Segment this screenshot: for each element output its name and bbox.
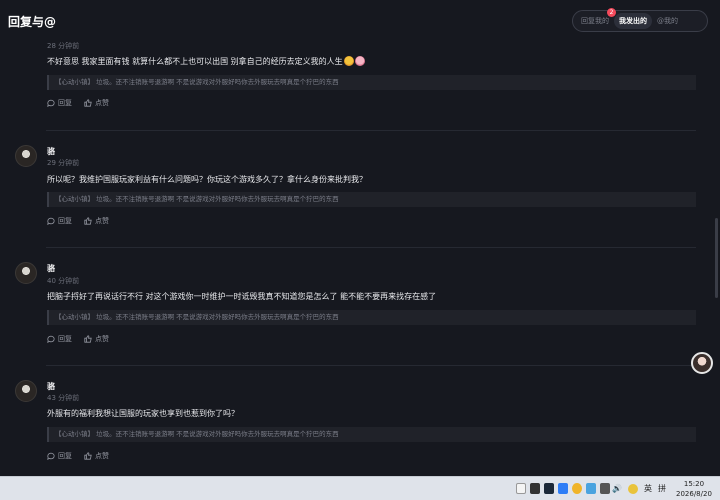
tray-app-icon[interactable]: [600, 483, 610, 494]
volume-icon[interactable]: 🔊: [612, 484, 622, 493]
floating-avatar-button[interactable]: [691, 352, 713, 374]
tray-app-icon[interactable]: [572, 483, 582, 494]
quoted-post[interactable]: 【心动小镇】 垃圾。还不注销账号退游啊 不是说游戏对外服好吗你去外服玩去啊真是个…: [47, 75, 696, 90]
reply-label: 回复: [58, 452, 72, 460]
reply-icon: [47, 452, 55, 460]
reply-button[interactable]: 回复: [47, 334, 72, 344]
reply-button[interactable]: 回复: [47, 98, 72, 108]
like-button[interactable]: 点赞: [84, 334, 109, 344]
like-label: 点赞: [95, 217, 109, 225]
tab-replies-to-me[interactable]: 回复我的 2: [576, 8, 616, 29]
comment-content: 把脑子捋好了再说话行不行 对这个游戏你一时维护一时诋毁我真不知道您是怎么了 能不…: [47, 292, 437, 301]
avatar[interactable]: [15, 380, 37, 402]
reply-label: 回复: [58, 335, 72, 343]
comment-actions: 回复 点赞: [47, 451, 109, 461]
tab-switcher: 回复我的 2 我发出的 @我的: [572, 8, 708, 32]
divider: [46, 247, 696, 248]
comment-actions: 回复 点赞: [47, 334, 109, 344]
reply-icon: [47, 99, 55, 107]
clock-date: 2026/8/20: [676, 490, 712, 498]
like-button[interactable]: 点赞: [84, 451, 109, 461]
scrollbar[interactable]: [715, 218, 718, 298]
comment-username[interactable]: 骆: [47, 146, 55, 157]
tray-app-icon[interactable]: [586, 483, 596, 494]
reply-icon: [47, 335, 55, 343]
quoted-post[interactable]: 【心动小镇】 垃圾。还不注销账号退游啊 不是说游戏对外服好吗你去外服玩去啊真是个…: [47, 427, 696, 442]
comment-actions: 回复 点赞: [47, 98, 109, 108]
comment-text: 不好意思 我家里面有钱 就算什么都不上也可以出国 别拿自己的经历去定义我的人生: [47, 57, 343, 66]
tray-app-icon[interactable]: [558, 483, 568, 494]
emoji-icon: [343, 56, 354, 66]
avatar[interactable]: [15, 145, 37, 167]
tray-app-icon[interactable]: [544, 483, 554, 494]
tab-mentions[interactable]: @我的: [652, 13, 683, 29]
thumbs-up-icon: [84, 452, 92, 460]
quoted-post[interactable]: 【心动小镇】 垃圾。还不注销账号退游啊 不是说游戏对外服好吗你去外服玩去啊真是个…: [47, 310, 696, 325]
emoji-icon: [354, 56, 365, 66]
reply-label: 回复: [58, 99, 72, 107]
divider: [46, 130, 696, 131]
reply-icon: [47, 217, 55, 225]
system-clock[interactable]: 15:20 2026/8/20: [676, 479, 712, 499]
like-button[interactable]: 点赞: [84, 216, 109, 226]
thumbs-up-icon: [84, 99, 92, 107]
like-label: 点赞: [95, 335, 109, 343]
comment-time: 29 分钟前: [47, 159, 80, 167]
divider: [46, 365, 696, 366]
ime-status-icon[interactable]: [627, 483, 638, 494]
avatar[interactable]: [15, 262, 37, 284]
comment-content: 外服有的福利我想让国服的玩家也享到也惹到你了吗？: [47, 409, 239, 418]
tray-icons: [516, 483, 610, 494]
thumbs-up-icon: [84, 217, 92, 225]
ime-layout[interactable]: 拼: [658, 483, 666, 494]
tray-app-icon[interactable]: [516, 483, 526, 494]
tab-sent-by-me[interactable]: 我发出的: [614, 13, 652, 29]
tray-app-icon[interactable]: [530, 483, 540, 494]
comment-username[interactable]: 骆: [47, 381, 55, 392]
app-window: 28 分钟前 不好意思 我家里面有钱 就算什么都不上也可以出国 别拿自己的经历去…: [0, 0, 720, 476]
reply-label: 回复: [58, 217, 72, 225]
quoted-post[interactable]: 【心动小镇】 垃圾。还不注销账号退游啊 不是说游戏对外服好吗你去外服玩去啊真是个…: [47, 192, 696, 207]
tab-label: @我的: [657, 17, 678, 25]
system-tray: 🔊 英 拼: [612, 483, 666, 494]
taskbar: 🔊 英 拼 15:20 2026/8/20: [0, 476, 720, 500]
comment-content: 所以呢？我维护国服玩家利益有什么问题吗？你玩这个游戏多久了？拿什么身份来批判我？: [47, 175, 367, 184]
comment-content: 不好意思 我家里面有钱 就算什么都不上也可以出国 别拿自己的经历去定义我的人生: [47, 56, 365, 67]
page-title: 回复与@: [8, 15, 57, 29]
page-header: 回复与@ 回复我的 2 我发出的 @我的: [0, 0, 720, 42]
tab-label: 我发出的: [619, 17, 647, 25]
reply-button[interactable]: 回复: [47, 451, 72, 461]
comment-time: 28 分钟前: [47, 42, 80, 50]
reply-button[interactable]: 回复: [47, 216, 72, 226]
comment-time: 40 分钟前: [47, 277, 80, 285]
like-label: 点赞: [95, 452, 109, 460]
clock-time: 15:20: [683, 480, 705, 488]
tab-label: 回复我的: [581, 17, 609, 25]
comment-time: 43 分钟前: [47, 394, 80, 402]
thumbs-up-icon: [84, 335, 92, 343]
like-label: 点赞: [95, 99, 109, 107]
ime-language[interactable]: 英: [644, 483, 652, 494]
like-button[interactable]: 点赞: [84, 98, 109, 108]
comment-actions: 回复 点赞: [47, 216, 109, 226]
comment-username[interactable]: 骆: [47, 263, 55, 274]
